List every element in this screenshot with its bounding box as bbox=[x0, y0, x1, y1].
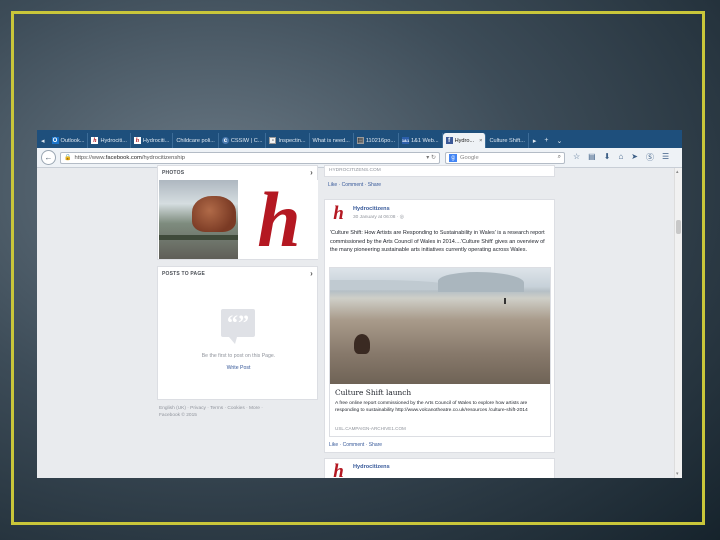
hydrocitizens-logo-thumbnail[interactable]: h bbox=[240, 180, 318, 259]
scroll-up-icon[interactable]: ▴ bbox=[676, 169, 679, 175]
page-avatar[interactable]: h bbox=[330, 462, 347, 478]
h-logo-icon: h bbox=[133, 137, 141, 144]
page-icon: ▫ bbox=[269, 137, 277, 144]
tab-cssiw[interactable]: c CSSIW | C... bbox=[219, 133, 267, 148]
post-actions[interactable]: Like · Comment · Share bbox=[329, 442, 382, 448]
facebook-icon: f bbox=[445, 137, 453, 144]
google-icon: g bbox=[449, 153, 457, 162]
downloads-icon[interactable]: ⬇ bbox=[604, 152, 611, 163]
bookmarks-list-icon[interactable]: ▤ bbox=[588, 152, 596, 163]
h-logo-icon: h bbox=[91, 137, 99, 144]
tab-scroll-left[interactable]: ◂ bbox=[37, 133, 49, 148]
webmail-icon: 1&1 bbox=[401, 137, 410, 144]
chevron-right-icon[interactable]: › bbox=[310, 269, 313, 278]
lock-icon: 🔒 bbox=[64, 155, 72, 161]
link-preview-image bbox=[330, 268, 550, 384]
post-actions[interactable]: Like · Comment · Share bbox=[328, 182, 381, 188]
bookmark-star-icon[interactable]: ☆ bbox=[573, 152, 580, 163]
search-icon[interactable]: ⌕ bbox=[558, 154, 561, 161]
close-tab-icon[interactable]: × bbox=[479, 138, 482, 144]
chevron-right-icon[interactable]: › bbox=[310, 168, 313, 177]
post-timestamp[interactable]: 30 January at 06:08 · ◎ bbox=[353, 215, 404, 220]
link-description: A free online report commissioned by the… bbox=[335, 401, 528, 413]
link-title: Culture Shift launch bbox=[335, 388, 412, 397]
tab-inspecting[interactable]: ▫ Inspectin... bbox=[266, 133, 310, 148]
link-domain: USL.CAMPAIGN-ARCHIVE1.COM bbox=[335, 426, 406, 431]
empty-posts-message: Be the first to post on this Page. bbox=[201, 353, 276, 359]
reload-icon[interactable]: ▾ ↻ bbox=[426, 154, 436, 161]
tab-outlook[interactable]: O Outlook... bbox=[49, 133, 89, 148]
tab-webmail[interactable]: 1&1 1&1 Web... bbox=[399, 133, 443, 148]
post-author[interactable]: Hydrocitizens bbox=[353, 464, 390, 470]
tab-culture-shift[interactable]: Culture Shift... bbox=[486, 133, 529, 148]
timeline-post-2: h Hydrocitizens bbox=[324, 458, 555, 478]
new-tab-icon[interactable]: + bbox=[540, 133, 552, 148]
posts-to-page-card: POSTS TO PAGE › “” Be the first to post o… bbox=[157, 266, 318, 400]
tab-hydrocitizens-1[interactable]: h Hydrociti... bbox=[88, 133, 131, 148]
cssiw-icon: c bbox=[221, 137, 229, 144]
posts-heading: POSTS TO PAGE bbox=[162, 270, 205, 277]
photos-card: PHOTOS › h bbox=[157, 165, 318, 260]
page-footer: English (UK) · Privacy · Terms · Cookies… bbox=[159, 406, 263, 418]
facebook-page: PHOTOS › h POSTS TO PAGE › “” Be the first… bbox=[37, 165, 682, 478]
tab-what-is-needed[interactable]: What is need... bbox=[310, 133, 354, 148]
scroll-down-icon[interactable]: ▾ bbox=[676, 471, 679, 477]
timeline-post: h Hydrocitizens 30 January at 06:08 · ◎ … bbox=[324, 199, 555, 453]
previous-post-link-preview[interactable]: HYDROCITIZENS.COM bbox=[324, 165, 555, 177]
outlook-icon: O bbox=[51, 137, 59, 144]
post-author[interactable]: Hydrocitizens bbox=[353, 206, 390, 212]
link-preview[interactable]: Culture Shift launch A free online repor… bbox=[329, 267, 551, 437]
skype-icon[interactable]: Ⓢ bbox=[646, 152, 654, 163]
tab-strip: ◂ O Outlook... h Hydrociti... h Hydrociti..… bbox=[37, 130, 682, 148]
tab-hydrocitizens-2[interactable]: h Hydrociti... bbox=[131, 133, 174, 148]
tab-facebook-active[interactable]: f Hydro... × bbox=[442, 133, 487, 148]
page-scrollbar[interactable]: ▴ ▾ bbox=[674, 168, 682, 478]
tab-list-icon[interactable]: ⌄ bbox=[553, 133, 567, 148]
home-icon[interactable]: ⌂ bbox=[618, 152, 623, 163]
search-input[interactable]: g Google ⌕ bbox=[445, 151, 565, 164]
back-arrow-icon[interactable]: ← bbox=[41, 150, 56, 165]
post-text: 'Culture Shift: How Artists are Respondi… bbox=[330, 230, 545, 253]
url-bar[interactable]: 🔒 https://www. facebook.com/hydrocitizens… bbox=[60, 151, 440, 164]
scrollbar-thumb[interactable] bbox=[676, 220, 681, 234]
photo-thumbnail-harbour[interactable] bbox=[159, 180, 238, 259]
write-post-link[interactable]: Write Post bbox=[158, 365, 319, 371]
menu-icon[interactable]: ☰ bbox=[662, 152, 669, 163]
photos-heading: PHOTOS bbox=[162, 169, 185, 176]
tab-childcare[interactable]: Childcare poli... bbox=[173, 133, 219, 148]
toolbar-icons: ☆ ▤ ⬇ ⌂ ➤ Ⓢ ☰ bbox=[573, 152, 669, 163]
page-avatar[interactable]: h bbox=[330, 204, 347, 223]
document-icon: ▤ bbox=[356, 137, 364, 144]
globe-icon: ◎ bbox=[399, 215, 404, 220]
tab-scroll-right[interactable]: ▸ bbox=[529, 133, 541, 148]
browser-screenshot: ◂ O Outlook... h Hydrociti... h Hydrociti..… bbox=[37, 130, 682, 478]
tab-document[interactable]: ▤ 110216po... bbox=[354, 133, 399, 148]
speech-bubble-icon: “” bbox=[221, 309, 255, 344]
send-icon[interactable]: ➤ bbox=[631, 152, 638, 163]
